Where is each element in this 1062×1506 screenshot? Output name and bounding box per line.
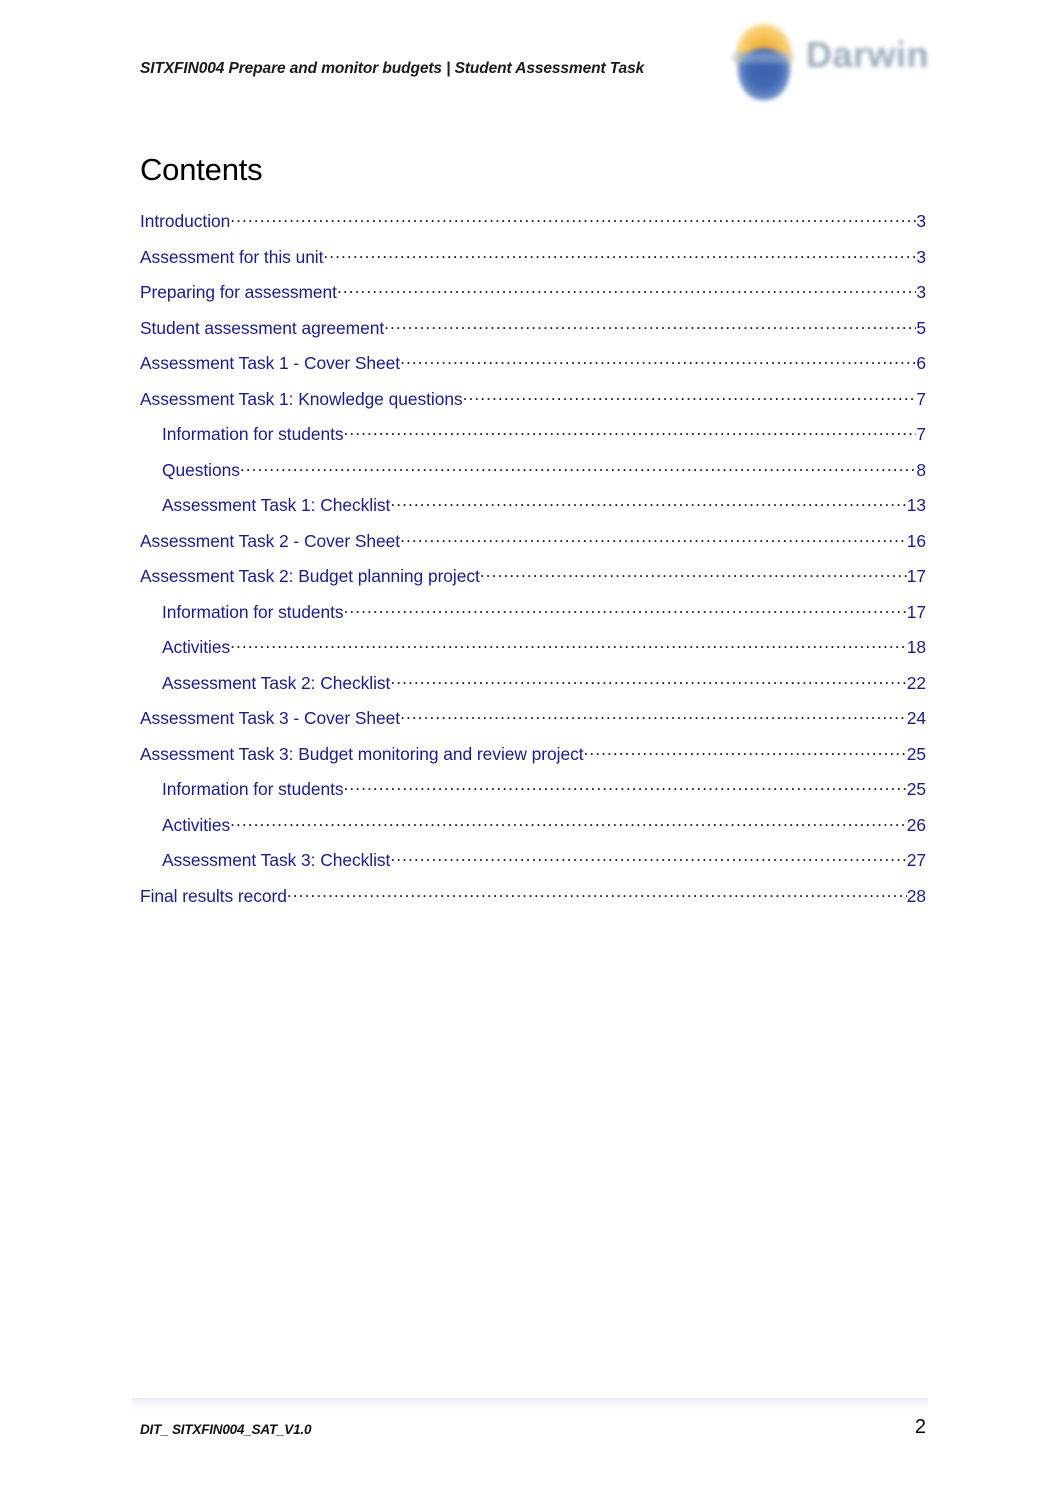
toc-entry[interactable]: Activities 18: [140, 636, 926, 672]
toc-leader-dots: [344, 778, 907, 795]
toc-entry-label: Assessment Task 2 - Cover Sheet: [140, 530, 401, 551]
toc-entry-label: Information for students: [162, 424, 344, 445]
toc-entry-page-number: 7: [916, 388, 926, 409]
toc-entry-page-number: 5: [916, 317, 926, 338]
toc-entry-page-number: 6: [916, 353, 926, 374]
toc-leader-dots: [287, 885, 907, 902]
toc-entry-label: Preparing for assessment: [140, 282, 337, 303]
toc-leader-dots: [344, 601, 907, 618]
toc-leader-dots: [240, 459, 917, 476]
toc-entry-page-number: 26: [906, 814, 926, 835]
toc-entry-page-number: 24: [906, 708, 926, 729]
toc-entry[interactable]: Information for students 7: [140, 423, 926, 459]
toc-entry-page-number: 8: [916, 459, 926, 480]
toc-entry-page-number: 18: [906, 637, 926, 658]
footer-page-number: 2: [914, 1416, 926, 1438]
toc-entry-page-number: 13: [906, 495, 926, 516]
table-of-contents: Introduction3Assessment for this unit3Pr…: [140, 210, 926, 920]
toc-entry[interactable]: Final results record 28: [140, 885, 926, 921]
toc-leader-dots: [230, 636, 907, 653]
logo-wordmark: Darwin: [806, 34, 930, 75]
institution-logo: Darwin: [722, 18, 934, 102]
toc-entry-label: Assessment Task 3: Checklist: [162, 850, 391, 871]
toc-leader-dots: [584, 743, 907, 760]
toc-leader-dots: [323, 246, 916, 263]
toc-leader-dots: [384, 317, 916, 334]
toc-leader-dots: [480, 565, 907, 582]
toc-leader-dots: [390, 672, 906, 689]
toc-entry-label: Assessment Task 1 - Cover Sheet: [140, 353, 401, 374]
toc-entry-label: Assessment Task 1: Checklist: [162, 495, 391, 516]
toc-entry[interactable]: Assessment Task 2: Checklist 22: [140, 672, 926, 708]
toc-leader-dots: [400, 530, 907, 547]
toc-entry[interactable]: Information for students 17: [140, 601, 926, 637]
toc-entry[interactable]: Assessment Task 1: Knowledge questions 7: [140, 388, 926, 424]
toc-leader-dots: [400, 707, 907, 724]
toc-entry-page-number: 27: [906, 850, 926, 871]
logo-acorn-icon: [728, 22, 800, 100]
toc-entry-page-number: 17: [906, 566, 926, 587]
toc-entry-label: Information for students: [162, 601, 344, 622]
toc-entry-label: Assessment Task 3 - Cover Sheet: [140, 708, 401, 729]
toc-entry-label: Questions: [162, 459, 240, 480]
toc-entry-page-number: 3: [916, 211, 926, 232]
footer-document-code: DIT_ SITXFIN004_SAT_V1.0: [140, 1422, 312, 1437]
toc-entry[interactable]: Introduction 3: [140, 210, 926, 246]
toc-entry-label: Final results record: [140, 885, 287, 906]
toc-leader-dots: [337, 281, 916, 298]
toc-entry-label: Information for students: [162, 779, 344, 800]
logo-horizon-band: [732, 52, 796, 63]
toc-entry-page-number: 25: [906, 779, 926, 800]
toc-entry-page-number: 17: [906, 601, 926, 622]
toc-entry-page-number: 16: [906, 530, 926, 551]
toc-leader-dots: [390, 849, 906, 866]
toc-entry-label: Activities: [162, 637, 231, 658]
toc-leader-dots: [390, 494, 906, 511]
toc-entry-page-number: 3: [916, 246, 926, 267]
toc-entry[interactable]: Assessment Task 2: Budget planning proje…: [140, 565, 926, 601]
page-header: SITXFIN004 Prepare and monitor budgets |…: [0, 0, 1062, 118]
toc-entry[interactable]: Assessment Task 2 - Cover Sheet 16: [140, 530, 926, 566]
toc-entry[interactable]: Activities 26: [140, 814, 926, 850]
toc-entry-label: Introduction: [140, 211, 231, 232]
toc-entry-label: Assessment Task 1: Knowledge questions: [140, 388, 463, 409]
header-document-title: SITXFIN004 Prepare and monitor budgets |…: [140, 60, 645, 77]
toc-entry[interactable]: Questions 8: [140, 459, 926, 495]
toc-entry[interactable]: Assessment Task 1: Checklist 13: [140, 494, 926, 530]
toc-entry-page-number: 7: [916, 424, 926, 445]
toc-leader-dots: [230, 814, 907, 831]
toc-entry-page-number: 3: [916, 282, 926, 303]
toc-entry[interactable]: Assessment Task 1 - Cover Sheet 6: [140, 352, 926, 388]
toc-entry-label: Assessment Task 2: Budget planning proje…: [140, 566, 480, 587]
page-title: Contents: [140, 152, 263, 187]
toc-entry-label: Assessment for this unit: [140, 246, 324, 267]
toc-entry-label: Assessment Task 2: Checklist: [162, 672, 391, 693]
toc-entry[interactable]: Assessment Task 3 - Cover Sheet 24: [140, 707, 926, 743]
footer-divider: [132, 1398, 928, 1412]
toc-entry[interactable]: Assessment Task 3: Budget monitoring and…: [140, 743, 926, 779]
toc-leader-dots: [400, 352, 916, 369]
document-page: SITXFIN004 Prepare and monitor budgets |…: [0, 0, 1062, 1506]
toc-entry-page-number: 22: [906, 672, 926, 693]
toc-entry[interactable]: Information for students 25: [140, 778, 926, 814]
toc-entry[interactable]: Preparing for assessment 3: [140, 281, 926, 317]
toc-entry-page-number: 28: [906, 885, 926, 906]
page-footer: DIT_ SITXFIN004_SAT_V1.0 2: [0, 1398, 1062, 1468]
toc-leader-dots: [230, 210, 916, 227]
toc-entry[interactable]: Student assessment agreement 5: [140, 317, 926, 353]
toc-entry-label: Activities: [162, 814, 231, 835]
toc-entry-page-number: 25: [906, 743, 926, 764]
toc-entry[interactable]: Assessment for this unit 3: [140, 246, 926, 282]
toc-entry-label: Assessment Task 3: Budget monitoring and…: [140, 743, 584, 764]
toc-leader-dots: [463, 388, 917, 405]
toc-entry[interactable]: Assessment Task 3: Checklist 27: [140, 849, 926, 885]
toc-leader-dots: [344, 423, 917, 440]
toc-entry-label: Student assessment agreement: [140, 317, 385, 338]
